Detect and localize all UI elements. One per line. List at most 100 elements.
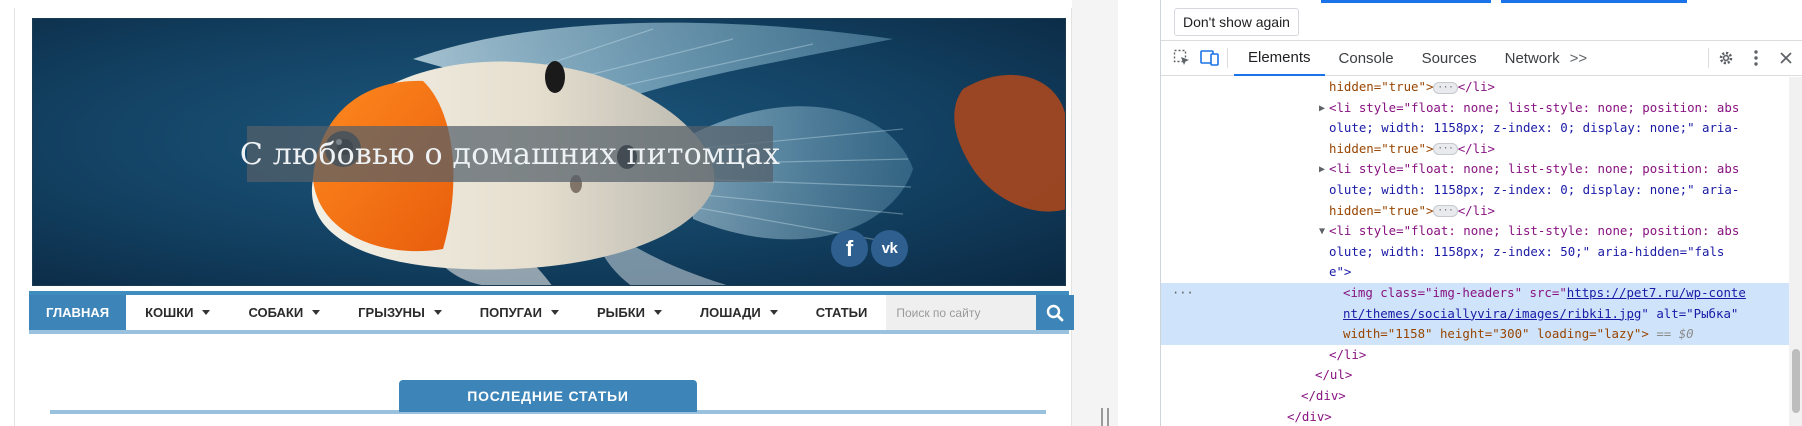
site-tagline-box: С любовью о домашних питомцах <box>240 126 780 182</box>
infobar-accent <box>1501 0 1687 3</box>
menu-item-label: СОБАКИ <box>248 305 304 320</box>
dont-show-again-button[interactable]: Don't show again <box>1174 8 1299 36</box>
collapsed-ellipsis-icon[interactable]: ··· <box>1433 81 1458 94</box>
scrollbar-thumb[interactable] <box>1792 349 1800 413</box>
dom-attr: hidden="true"> <box>1329 79 1434 94</box>
tab-console[interactable]: Console <box>1325 41 1408 76</box>
dom-node-selected[interactable]: width="1158" height="300" loading="lazy"… <box>1161 324 1789 345</box>
devtools-toolbar: Elements Console Sources Network >> <box>1161 40 1802 76</box>
close-icon[interactable] <box>1775 47 1797 69</box>
dom-node-selected[interactable]: nt/themes/sociallyvira/images/ribki1.jpg… <box>1161 303 1789 325</box>
caret-down-icon <box>433 310 442 315</box>
resize-handle[interactable] <box>1101 408 1109 426</box>
dom-node: olute; width: 1158px; z-index: 50;" aria… <box>1161 242 1789 263</box>
dom-attr: hidden="true"> <box>1329 202 1434 218</box>
dom-node[interactable]: </div> <box>1161 386 1789 407</box>
search-form <box>886 295 1075 330</box>
section-title: ПОСЛЕДНИЕ СТАТЬИ <box>399 380 697 412</box>
dom-attr-value: " alt="Рыбка" <box>1641 305 1739 321</box>
dom-selected-marker: == $0 <box>1648 326 1694 342</box>
devtools-panel: Don't show again Elements Console Source… <box>1160 0 1802 426</box>
dom-node: olute; width: 1158px; z-index: 0; displa… <box>1161 180 1789 201</box>
tab-sources[interactable]: Sources <box>1408 41 1491 76</box>
expand-triangle-icon[interactable]: ▶ <box>1319 160 1325 181</box>
dom-node[interactable]: ▶ <li style="float: none; list-style: non… <box>1161 159 1789 180</box>
latest-articles-header: ПОСЛЕДНИЕ СТАТЬИ <box>50 378 1050 418</box>
devtools-infobar: Don't show again <box>1161 0 1802 40</box>
more-tabs-icon[interactable]: >> <box>1570 47 1588 69</box>
menu-item-label: РЫБКИ <box>596 305 645 320</box>
caret-down-icon <box>202 310 211 315</box>
menu-item-articles[interactable]: СТАТЬИ <box>797 295 887 330</box>
menu-item-parrots[interactable]: ПОПУГАИ <box>461 295 578 330</box>
dom-node-selected[interactable]: ··· <img class="img-headers" src="https:/… <box>1161 282 1789 304</box>
menu-item-label: ЛОШАДИ <box>700 305 761 320</box>
dom-tag: </li> <box>1329 346 1367 362</box>
expand-triangle-icon[interactable]: ▶ <box>1319 99 1325 120</box>
kebab-menu-icon[interactable] <box>1745 47 1767 69</box>
facebook-icon[interactable]: f <box>831 230 868 267</box>
tab-elements[interactable]: Elements <box>1234 41 1325 76</box>
viewport-gutter <box>1072 0 1118 426</box>
dom-node: hidden="true"> ··· </li> <box>1161 201 1789 222</box>
device-toolbar-icon[interactable] <box>1199 47 1221 69</box>
dom-src-link[interactable]: https://pet7.ru/wp-conte <box>1567 285 1746 300</box>
dom-node: olute; width: 1158px; z-index: 0; displa… <box>1161 118 1789 139</box>
dom-attr-value: olute; width: 1158px; z-index: 0; displa… <box>1329 120 1740 136</box>
menu-item-label: ГРЫЗУНЫ <box>358 305 425 320</box>
dom-tag: </li> <box>1457 140 1496 156</box>
menu-item-fish[interactable]: РЫБКИ <box>578 295 681 330</box>
menu-item-label: СТАТЬИ <box>815 305 868 320</box>
collapsed-ellipsis-icon[interactable]: ··· <box>1433 205 1458 218</box>
dom-node[interactable]: hidden="true"> ··· </li> <box>1161 77 1789 98</box>
infobar-accent <box>1321 0 1491 3</box>
vk-icon[interactable]: vk <box>871 230 908 267</box>
dom-node[interactable]: </div> <box>1161 407 1789 426</box>
dom-tag: </li> <box>1457 202 1496 218</box>
dom-attr-value: olute; width: 1158px; z-index: 50;" aria… <box>1329 243 1725 259</box>
search-input[interactable] <box>886 295 1037 330</box>
dom-node: e"> <box>1161 262 1789 283</box>
search-icon <box>1047 304 1064 321</box>
menu-item-label: КОШКИ <box>145 305 194 320</box>
caret-down-icon <box>312 310 321 315</box>
dom-tag: <li style="float: none; list-style: none… <box>1329 223 1740 239</box>
dom-attr-value: e"> <box>1329 264 1352 280</box>
caret-down-icon <box>769 310 778 315</box>
dom-node[interactable]: </li> <box>1161 345 1789 366</box>
header-slider: С любовью о домашних питомцах f vk <box>32 18 1066 286</box>
menu-item-label: ПОПУГАИ <box>479 305 542 320</box>
dom-node[interactable]: ▶ <li style="float: none; list-style: non… <box>1161 98 1789 119</box>
caret-down-icon <box>654 310 662 315</box>
collapse-triangle-icon[interactable]: ▼ <box>1319 222 1325 243</box>
search-button[interactable] <box>1036 295 1075 330</box>
toolbar-separator <box>1708 48 1709 68</box>
dom-tag: </li> <box>1457 79 1496 94</box>
toolbar-separator <box>1227 48 1228 68</box>
node-actions-icon[interactable]: ··· <box>1172 283 1194 304</box>
dom-tag: <li style="float: none; list-style: none… <box>1329 161 1740 177</box>
elements-dom-tree: hidden="true"> ··· </li> ▶ <li style="float… <box>1161 77 1789 426</box>
dom-tree-scrollbar[interactable] <box>1789 77 1802 426</box>
main-menu: ГЛАВНАЯ КОШКИ СОБАКИ ГРЫЗУНЫ ПОПУГАИ РЫБ… <box>29 291 1075 334</box>
dom-tag: </div> <box>1301 387 1346 403</box>
menu-item-dogs[interactable]: СОБАКИ <box>229 295 339 330</box>
menu-item-home[interactable]: ГЛАВНАЯ <box>29 295 127 330</box>
tab-network[interactable]: Network <box>1491 41 1574 76</box>
menu-item-rodents[interactable]: ГРЫЗУНЫ <box>339 295 461 330</box>
dom-node[interactable]: ▼ <li style="float: none; list-style: non… <box>1161 221 1789 242</box>
screen-root: С любовью о домашних питомцах f vk ГЛАВН… <box>0 0 1802 426</box>
dom-tag: </ul> <box>1315 367 1353 383</box>
dom-src-link[interactable]: nt/themes/sociallyvira/images/ribki1.jpg <box>1343 306 1641 321</box>
collapsed-ellipsis-icon[interactable]: ··· <box>1433 143 1458 156</box>
settings-gear-icon[interactable] <box>1715 47 1737 69</box>
browser-viewport: С любовью о домашних питомцах f vk ГЛАВН… <box>0 0 1118 426</box>
dom-node[interactable]: </ul> <box>1161 365 1789 386</box>
dom-attr-value: olute; width: 1158px; z-index: 0; displa… <box>1329 181 1740 197</box>
dom-tag: <img class="img-headers" src=" <box>1343 284 1567 300</box>
inspect-element-icon[interactable] <box>1171 47 1193 69</box>
menu-item-cats[interactable]: КОШКИ <box>126 295 229 330</box>
caret-down-icon <box>550 310 559 315</box>
menu-item-horses[interactable]: ЛОШАДИ <box>681 295 797 330</box>
site-tagline: С любовью о домашних питомцах <box>239 136 781 172</box>
